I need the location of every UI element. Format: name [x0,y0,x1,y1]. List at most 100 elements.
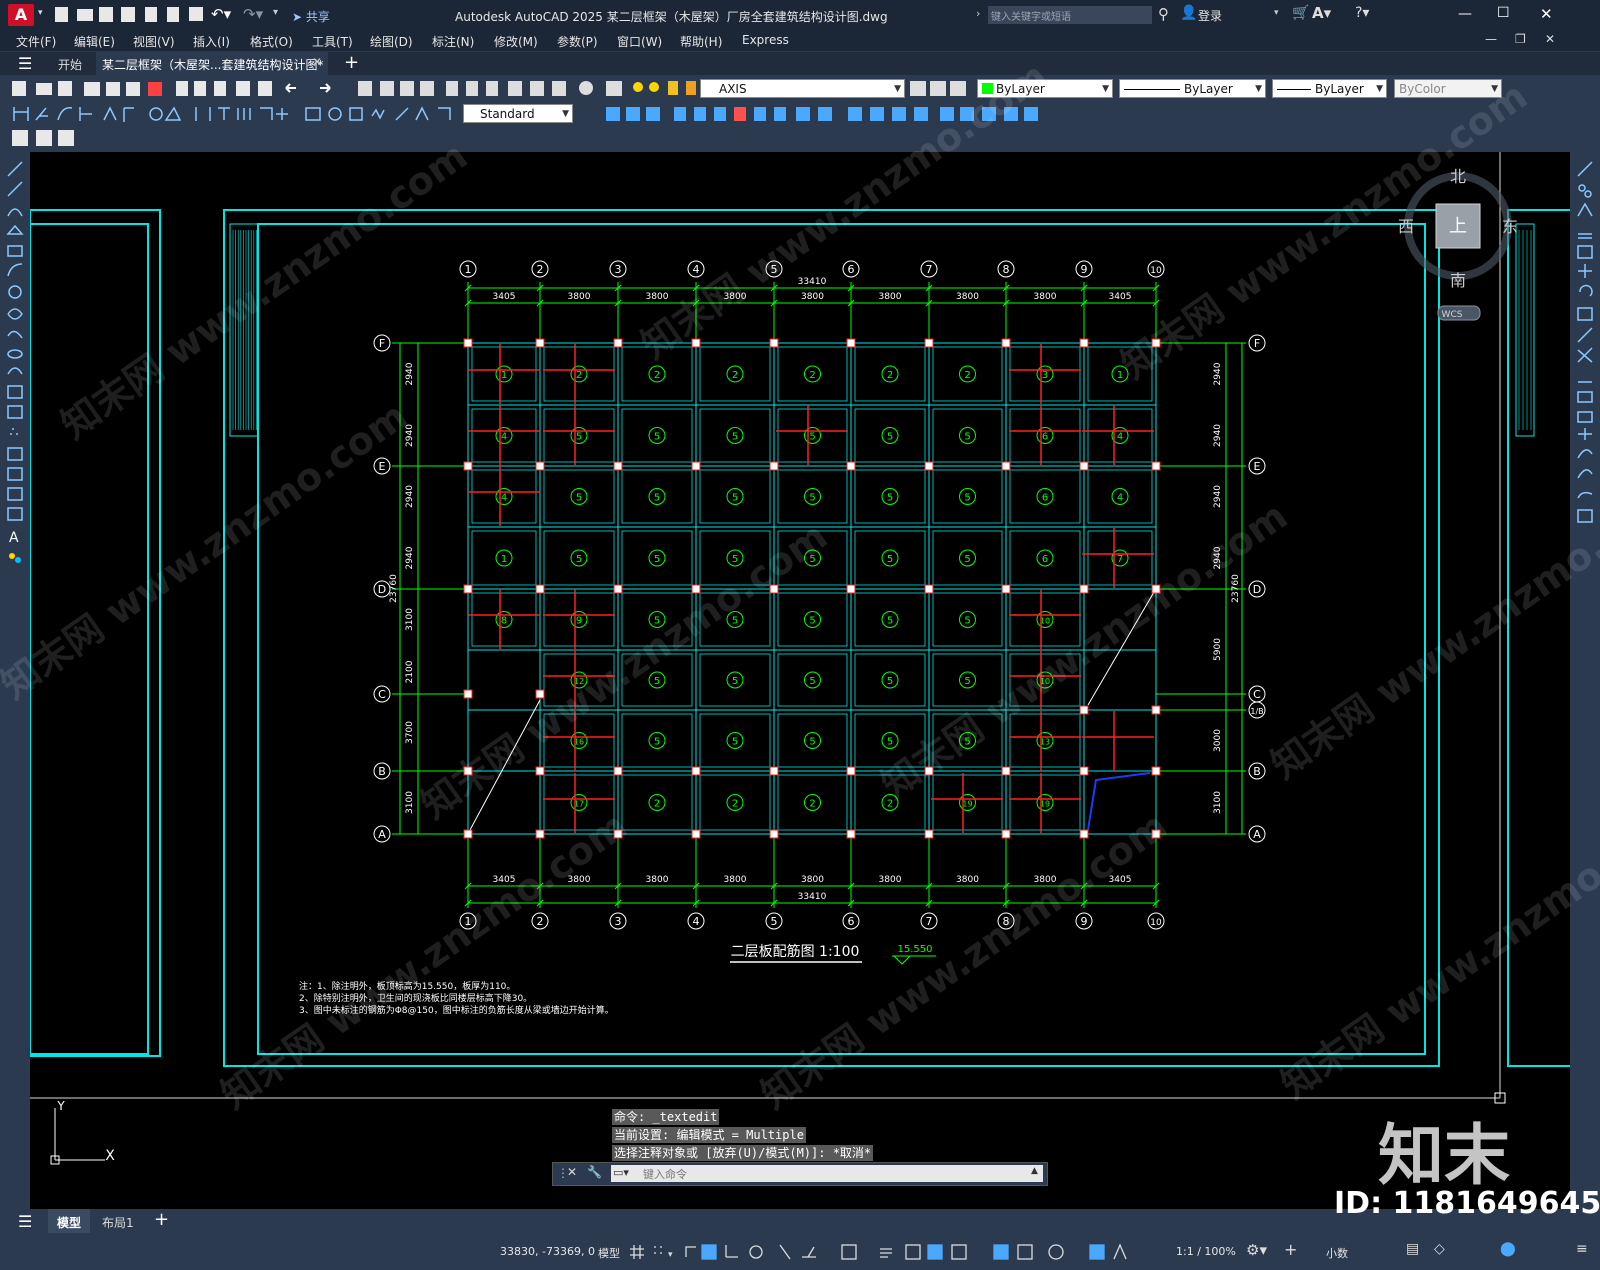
login-dropdown-icon[interactable]: ▾ [1274,8,1279,18]
dimension-label: 3100 [405,791,415,814]
menu-express[interactable]: Express [742,33,789,47]
quick-properties-icon[interactable]: ▤ [1406,1241,1419,1257]
slab-number: 3 [1042,370,1048,381]
column [463,338,473,348]
save-as-icon[interactable] [121,7,135,22]
new-file-icon[interactable] [55,7,68,22]
slab-number: 5 [732,432,738,443]
tool-icon-3[interactable] [58,130,74,146]
tab-current-drawing[interactable]: 某二层框架（木屋架...套建筑结构设计图* ✕ [96,52,328,75]
tool-icon-1[interactable] [12,130,28,146]
search-arrow-icon[interactable]: › [976,7,980,20]
help-search-input[interactable]: 键入关键字或短语 [988,6,1152,24]
customize-statusbar-icon[interactable]: ≡ [1576,1241,1588,1257]
share-label: 共享 [305,10,330,24]
command-history-line-1: 命令: _textedit [612,1109,720,1125]
lineweight-dropdown[interactable]: ByLayer ▼ [1272,79,1387,98]
menu-parametric[interactable]: 参数(P) [557,33,598,50]
command-input[interactable]: ▭▾ 键入命令 ▲ [611,1165,1043,1182]
autodesk-app-icon[interactable]: A▾ [1312,4,1331,22]
cart-icon[interactable]: 🛒 [1292,5,1309,21]
model-space-toggle[interactable]: 模型 [598,1245,620,1261]
help-icon[interactable]: ?▾ [1355,5,1369,21]
dimension-label: 3405 [1109,292,1132,302]
menu-dimension[interactable]: 标注(N) [432,33,474,50]
hamburger-menu-icon[interactable]: ☰ [18,54,32,73]
minimize-button[interactable]: — [1458,6,1472,22]
dimension-label: 3405 [493,292,516,302]
layout-menu-icon[interactable]: ☰ [18,1212,32,1231]
new-layout-button[interactable]: + [154,1209,169,1230]
linetype-dropdown[interactable]: ByLayer ▼ [1119,79,1266,98]
tab-layout1[interactable]: 布局1 [94,1209,142,1233]
open-file-icon[interactable] [77,9,93,21]
axis-bubble-label: 9 [1081,263,1088,276]
menu-format[interactable]: 格式(O) [250,33,293,50]
customize-command-icon[interactable]: 🔧 [587,1165,602,1179]
app-menu-arrow-icon[interactable]: ▾ [38,8,43,18]
dimension-total-label: 33410 [798,892,827,902]
menu-insert[interactable]: 插入(I) [193,33,230,50]
redo-icon[interactable]: ↷▾ [243,5,263,23]
annotation-monitor-icon[interactable]: + [1284,1240,1297,1259]
search-icon[interactable]: ⚲ [1158,5,1169,23]
column [846,338,856,348]
maximize-button[interactable]: ☐ [1497,5,1510,21]
command-recent-icon[interactable]: ▲ [1031,1166,1038,1176]
hardware-accel-icon[interactable]: ⬤ [1500,1241,1516,1257]
menu-modify[interactable]: 修改(M) [494,33,538,50]
publish-icon[interactable] [167,7,179,22]
customize-qat-icon[interactable]: ▾ [273,7,278,18]
text-style-dropdown[interactable]: Standard ▼ [463,104,573,123]
doc-close-button[interactable]: ✕ [1545,32,1555,46]
new-tab-button[interactable]: + [344,52,359,73]
drawing-canvas[interactable]: 3405 3800 3800 3800 3800 3800 3800 3800 3405 3341… [30,152,1570,1209]
doc-restore-button[interactable]: ❐ [1515,32,1526,46]
tab-start[interactable]: 开始 [48,52,96,75]
column [535,689,545,699]
menu-draw[interactable]: 绘图(D) [370,33,413,50]
undo-icon[interactable]: ↶▾ [211,5,231,23]
user-icon[interactable]: 👤 [1180,5,1197,21]
open-sheet-icon[interactable] [145,7,157,22]
tab-model[interactable]: 模型 [48,1209,90,1233]
isolate-objects-icon[interactable]: ◇ [1434,1241,1445,1257]
layer-dropdown[interactable]: AXIS ▼ [700,79,905,98]
tool-icon-2[interactable] [36,130,52,146]
draw-toolbar-icons[interactable]: A [0,152,30,572]
plot-icon[interactable] [189,7,203,21]
coordinates-readout[interactable]: 33830, -73369, 0 [500,1245,595,1258]
login-button[interactable]: 登录 [1198,7,1222,24]
menu-tools[interactable]: 工具(T) [312,33,353,50]
command-prompt-icon[interactable]: ▭▾ [613,1166,629,1179]
axis-bubble-label: 6 [848,915,855,928]
menu-view[interactable]: 视图(V) [133,33,175,50]
color-dropdown[interactable]: ByLayer ▼ [977,79,1113,98]
menu-help[interactable]: 帮助(H) [680,33,722,50]
menu-edit[interactable]: 编辑(E) [74,33,115,50]
slab-number: 2 [732,799,738,810]
status-toggle-icons[interactable]: ▾ [630,1237,1210,1267]
close-button[interactable]: ✕ [1540,5,1553,23]
column [769,584,779,594]
tab-close-icon[interactable]: ✕ [312,55,322,69]
slab-number: 5 [964,432,970,443]
plotstyle-dropdown[interactable]: ByColor ▼ [1394,79,1502,98]
close-command-icon[interactable]: ✕ [567,1165,577,1179]
column [535,584,545,594]
command-placeholder: 键入命令 [643,1168,687,1181]
workspace-gear-icon[interactable]: ⚙▾ [1246,1241,1267,1259]
annotation-scale[interactable]: 1:1 / 100% [1176,1245,1236,1258]
axis-bubble-label: 4 [693,915,700,928]
save-icon[interactable] [99,7,113,22]
units-selector[interactable]: 小数 [1326,1245,1348,1261]
autocad-app-icon[interactable]: A [8,4,34,26]
menu-file[interactable]: 文件(F) [16,33,56,50]
modify-toolbar-icons[interactable] [1570,152,1600,532]
menu-window[interactable]: 窗口(W) [617,33,662,50]
dimension-label: 3800 [801,875,824,885]
doc-minimize-button[interactable]: — [1485,32,1497,46]
cad-drawing[interactable]: 3405 3800 3800 3800 3800 3800 3800 3800 34053341… [30,152,1570,1209]
search-placeholder: 键入关键字或短语 [991,12,1071,23]
share-button[interactable]: ➤ 共享 [292,8,330,25]
